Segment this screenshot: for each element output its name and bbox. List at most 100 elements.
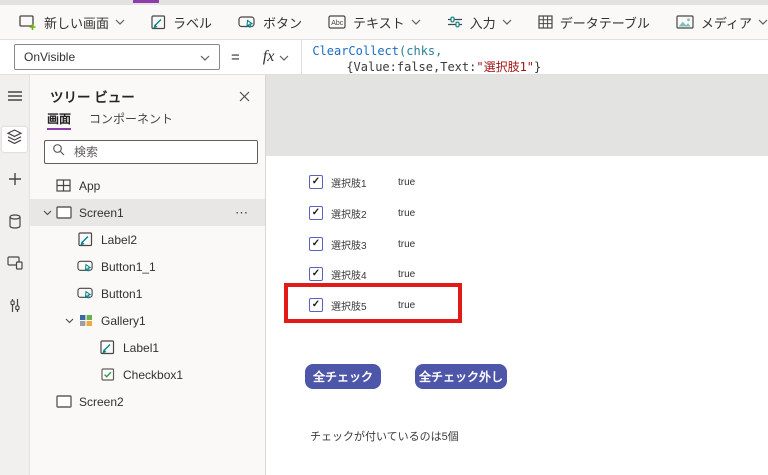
checkbox-value-text: true bbox=[398, 207, 416, 219]
ribbon-item-label: テキスト bbox=[353, 15, 405, 31]
insert-icon bbox=[8, 172, 22, 191]
panel-title: ツリー ビュー bbox=[50, 90, 135, 105]
tree-view-header: ツリー ビュー bbox=[30, 75, 265, 110]
tab-components[interactable]: コンポーネント bbox=[89, 110, 173, 130]
ribbon-item-label[interactable]: ラベル bbox=[138, 5, 225, 39]
tree-item-label1[interactable]: Label1 bbox=[30, 334, 265, 361]
checkbox-checked-icon[interactable]: ✓ bbox=[309, 206, 323, 220]
chevron-down-icon[interactable] bbox=[62, 318, 77, 324]
fx-button[interactable]: fx bbox=[251, 40, 302, 74]
tree-item-app[interactable]: App bbox=[30, 172, 265, 199]
checkbox-label: 選択肢2 bbox=[331, 209, 367, 221]
property-selector[interactable]: OnVisible bbox=[14, 44, 220, 70]
insert-toolbar: 新しい画面ラベルボタンAbcテキスト入力データテーブルメディアグラフ bbox=[0, 5, 768, 40]
label-icon bbox=[151, 14, 166, 30]
ribbon-item-label: メディア bbox=[700, 15, 753, 31]
highlight-annotation bbox=[284, 283, 462, 323]
tree-item-button1_1[interactable]: Button1_1 bbox=[30, 253, 265, 280]
ribbon-item-input[interactable]: 入力 bbox=[434, 5, 525, 39]
screen-icon bbox=[55, 206, 72, 219]
ribbon-item-new-screen[interactable]: 新しい画面 bbox=[6, 5, 138, 39]
ribbon-item-button[interactable]: ボタン bbox=[225, 5, 315, 39]
advanced-tools-icon bbox=[9, 298, 21, 318]
checkbox-label: 選択肢3 bbox=[331, 240, 367, 252]
tree-item-label: Button1_1 bbox=[101, 259, 156, 274]
search-input[interactable] bbox=[72, 144, 250, 160]
rail-tree-view[interactable] bbox=[2, 127, 27, 152]
canvas-checkbox-row: ✓ 選択肢3 true bbox=[309, 236, 415, 252]
tree-item-label: Gallery1 bbox=[101, 313, 146, 328]
checkbox-checked-icon[interactable]: ✓ bbox=[309, 175, 323, 189]
gallery-icon bbox=[77, 314, 94, 327]
ribbon-item-text[interactable]: Abc テキスト bbox=[315, 5, 434, 39]
rail-insert[interactable] bbox=[2, 169, 27, 194]
ribbon-item-media[interactable]: メディア bbox=[663, 5, 768, 39]
input-icon bbox=[447, 15, 463, 29]
canvas-checkbox-row: ✓ 選択肢1 true bbox=[309, 174, 415, 190]
tree-item-label: Screen1 bbox=[79, 205, 124, 220]
rail-data[interactable] bbox=[2, 211, 27, 236]
formula-record-close: } bbox=[534, 60, 542, 74]
chevron-down-icon[interactable] bbox=[40, 210, 55, 216]
svg-text:Abc: Abc bbox=[331, 20, 344, 27]
menu-icon bbox=[7, 89, 23, 107]
ribbon-item-datatable[interactable]: データテーブル bbox=[525, 5, 663, 39]
rail-media-devices[interactable] bbox=[2, 253, 27, 278]
tab-screens[interactable]: 画面 bbox=[47, 110, 72, 130]
chevron-down-icon bbox=[502, 19, 512, 25]
formula-string: "選択肢1" bbox=[476, 60, 535, 74]
more-options-icon[interactable]: ⋯ bbox=[235, 205, 249, 221]
tree-item-label: Button1 bbox=[101, 286, 143, 301]
equals-sign: = bbox=[231, 48, 240, 66]
tree-item-gallery1[interactable]: Gallery1 bbox=[30, 307, 265, 334]
tree-view-panel: ツリー ビュー 画面 コンポーネント App Screen1 ⋯ Label2 Butt… bbox=[30, 75, 266, 475]
tree-item-label2[interactable]: Label2 bbox=[30, 226, 265, 253]
tree-item-label: Label2 bbox=[101, 232, 138, 247]
button-icon bbox=[77, 286, 94, 301]
formula-line-2: {Value:false,Text:"選択肢1"} bbox=[312, 59, 768, 74]
chevron-down-icon bbox=[411, 19, 421, 25]
checkbox-value-text: true bbox=[398, 268, 416, 280]
formula-line-1: ClearCollect(chks, bbox=[312, 43, 768, 59]
checkbox-checked-icon[interactable]: ✓ bbox=[309, 237, 323, 251]
tree-item-label: App bbox=[79, 178, 101, 193]
tree-view-icon bbox=[6, 129, 23, 150]
uncheck-all-button[interactable]: 全チェック外し bbox=[415, 364, 507, 389]
ribbon-item-label: ボタン bbox=[263, 15, 303, 31]
checkbox-label: 選択肢1 bbox=[331, 178, 367, 190]
chevron-down-icon bbox=[758, 19, 768, 25]
label-icon bbox=[77, 232, 94, 247]
close-icon[interactable] bbox=[239, 91, 250, 102]
tree-item-screen1[interactable]: Screen1 ⋯ bbox=[30, 199, 265, 226]
tree-item-button1[interactable]: Button1 bbox=[30, 280, 265, 307]
tree-item-screen2[interactable]: Screen2 bbox=[30, 388, 265, 415]
app-icon bbox=[55, 179, 72, 192]
rail-advanced-tools[interactable] bbox=[2, 295, 27, 320]
checkbox-value-text: true bbox=[398, 176, 416, 188]
rail-menu[interactable] bbox=[2, 85, 27, 110]
property-selector-value: OnVisible bbox=[24, 50, 76, 64]
left-navigation-rail bbox=[0, 75, 30, 475]
ribbon-item-label: 入力 bbox=[469, 15, 496, 31]
ribbon-item-label: ラベル bbox=[173, 15, 213, 31]
check-all-button[interactable]: 全チェック bbox=[305, 364, 381, 389]
checkbox-value-text: true bbox=[398, 238, 416, 250]
screen-icon bbox=[55, 395, 72, 408]
canvas-checkbox-row: ✓ 選択肢4 true bbox=[309, 266, 415, 282]
formula-input[interactable]: ClearCollect(chks, {Value:false,Text:"選択… bbox=[301, 40, 768, 74]
powerapps-studio-window: 新しい画面ラベルボタンAbcテキスト入力データテーブルメディアグラフ OnVis… bbox=[0, 0, 768, 475]
button-icon bbox=[238, 15, 256, 30]
chevron-down-icon bbox=[279, 48, 289, 66]
fx-label: fx bbox=[262, 48, 275, 65]
tree-item-label: Label1 bbox=[123, 340, 160, 355]
app-screen-canvas[interactable]: ✓ 選択肢1 true ✓ 選択肢2 true ✓ 選択肢3 true ✓ 選択肢4 true ✓ 選択肢… bbox=[266, 156, 768, 475]
ribbon-item-label: データテーブル bbox=[559, 15, 650, 31]
label-icon bbox=[99, 340, 116, 355]
chevron-down-icon bbox=[115, 19, 125, 25]
formula-bar: OnVisible = fx ClearCollect(chks, {Value… bbox=[0, 40, 768, 75]
tree-item-label: Checkbox1 bbox=[123, 367, 184, 382]
tree-item-label: Screen2 bbox=[79, 394, 124, 409]
formula-function: ClearCollect bbox=[312, 44, 400, 58]
checkbox-checked-icon[interactable]: ✓ bbox=[309, 267, 323, 281]
tree-item-checkbox1[interactable]: Checkbox1 bbox=[30, 361, 265, 388]
